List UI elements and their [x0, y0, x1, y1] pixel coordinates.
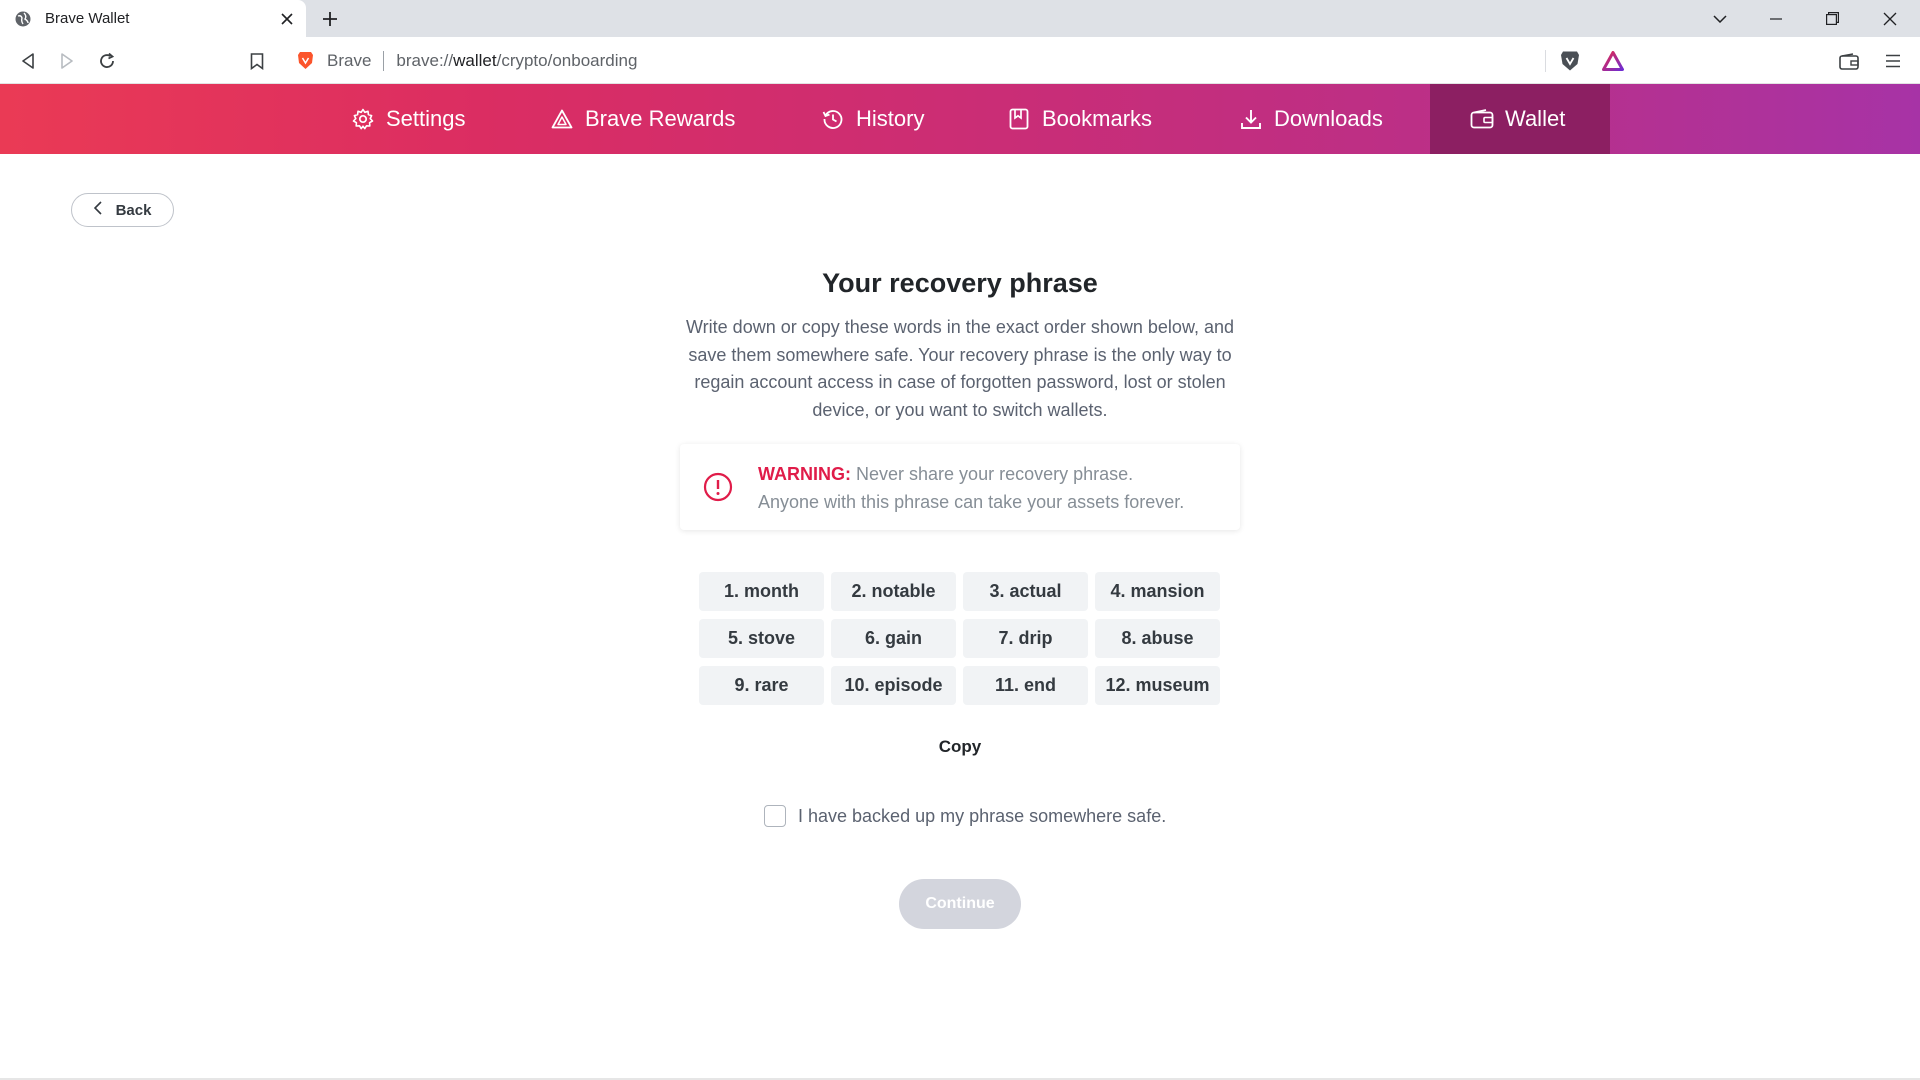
- backup-checkbox[interactable]: [764, 805, 786, 827]
- nav-item-bookmarks[interactable]: Bookmarks: [967, 84, 1192, 154]
- nav-item-downloads[interactable]: Downloads: [1199, 84, 1423, 154]
- phrase-word: 1. month: [699, 572, 824, 611]
- recovery-phrase-grid: 1. month 2. notable 3. actual 4. mansion…: [699, 572, 1222, 705]
- nav-item-history[interactable]: History: [781, 84, 964, 154]
- download-icon: [1239, 107, 1263, 131]
- warning-label: WARNING:: [758, 464, 851, 484]
- wallet-toolbar-icon[interactable]: [1835, 47, 1863, 75]
- phrase-word: 10. episode: [831, 666, 956, 705]
- phrase-word: 6. gain: [831, 619, 956, 658]
- menu-icon[interactable]: [1879, 47, 1907, 75]
- nav-item-label: Settings: [386, 106, 466, 131]
- tab-title: Brave Wallet: [45, 10, 130, 27]
- omnibox-right-divider: [1545, 50, 1546, 72]
- forward-arrow-icon[interactable]: [53, 47, 81, 75]
- settings-navbar: Settings Brave Rewards History Bookmarks…: [0, 84, 1920, 154]
- page-title: Your recovery phrase: [822, 268, 1098, 298]
- globe-icon: [15, 11, 31, 27]
- warning-line-1: Never share your recovery phrase.: [856, 464, 1134, 484]
- back-button-label: Back: [115, 201, 152, 219]
- bookmark-page-icon[interactable]: [243, 47, 271, 75]
- omnibox-brand: Brave: [327, 50, 372, 70]
- phrase-word: 9. rare: [699, 666, 824, 705]
- nav-item-wallet[interactable]: Wallet: [1430, 84, 1610, 154]
- page-description: Write down or copy these words in the ex…: [686, 317, 1234, 420]
- close-tab-icon[interactable]: [276, 8, 298, 30]
- warning-text: WARNING: Never share your recovery phras…: [758, 460, 1184, 516]
- nav-item-brave-rewards[interactable]: Brave Rewards: [510, 84, 775, 154]
- backup-checkbox-label[interactable]: I have backed up my phrase somewhere saf…: [798, 806, 1166, 827]
- alert-circle-icon: [703, 472, 733, 502]
- history-icon: [821, 107, 845, 131]
- backup-confirmation: I have backed up my phrase somewhere saf…: [764, 804, 1166, 828]
- phrase-word: 5. stove: [699, 619, 824, 658]
- tab-search-icon[interactable]: [1692, 0, 1748, 37]
- gear-icon: [351, 107, 375, 131]
- back-button[interactable]: Back: [71, 193, 174, 227]
- warning-line-2: Anyone with this phrase can take your as…: [758, 492, 1185, 512]
- nav-item-settings[interactable]: Settings: [311, 84, 506, 154]
- brave-rewards-icon[interactable]: [1599, 47, 1627, 75]
- bookmark-icon: [1007, 107, 1031, 131]
- nav-item-label: History: [856, 106, 925, 131]
- brave-lion-icon: [297, 51, 315, 71]
- continue-button[interactable]: Continue: [899, 879, 1021, 929]
- rewards-triangle-icon: [550, 107, 574, 131]
- nav-item-label: Downloads: [1274, 106, 1383, 131]
- minimize-icon[interactable]: [1748, 0, 1804, 37]
- browser-toolbar: Brave brave://wallet/crypto/onboarding: [0, 37, 1920, 84]
- omnibox-divider: [383, 50, 385, 71]
- phrase-word: 2. notable: [831, 572, 956, 611]
- browser-tab[interactable]: Brave Wallet: [0, 0, 306, 37]
- chevron-left-icon: [93, 201, 102, 219]
- nav-item-label: Brave Rewards: [585, 106, 736, 131]
- tab-strip: Brave Wallet: [0, 0, 1920, 37]
- close-window-icon[interactable]: [1862, 0, 1918, 37]
- phrase-word: 4. mansion: [1095, 572, 1220, 611]
- new-tab-icon[interactable]: [318, 7, 342, 31]
- phrase-word: 11. end: [963, 666, 1088, 705]
- phrase-word: 7. drip: [963, 619, 1088, 658]
- copy-button[interactable]: Copy: [910, 734, 1010, 760]
- phrase-word: 3. actual: [963, 572, 1088, 611]
- wallet-icon: [1470, 107, 1494, 131]
- nav-item-label: Bookmarks: [1042, 106, 1153, 131]
- warning-box: WARNING: Never share your recovery phras…: [680, 444, 1240, 530]
- reload-icon[interactable]: [93, 47, 121, 75]
- phrase-word: 8. abuse: [1095, 619, 1220, 658]
- url-text[interactable]: brave://wallet/crypto/onboarding: [396, 51, 637, 71]
- address-bar[interactable]: Brave brave://wallet/crypto/onboarding: [285, 43, 1635, 78]
- back-arrow-icon[interactable]: [14, 47, 42, 75]
- brave-shields-icon[interactable]: [1556, 47, 1584, 75]
- phrase-word: 12. museum: [1095, 666, 1220, 705]
- restore-icon[interactable]: [1804, 0, 1860, 37]
- nav-item-label: Wallet: [1505, 106, 1566, 131]
